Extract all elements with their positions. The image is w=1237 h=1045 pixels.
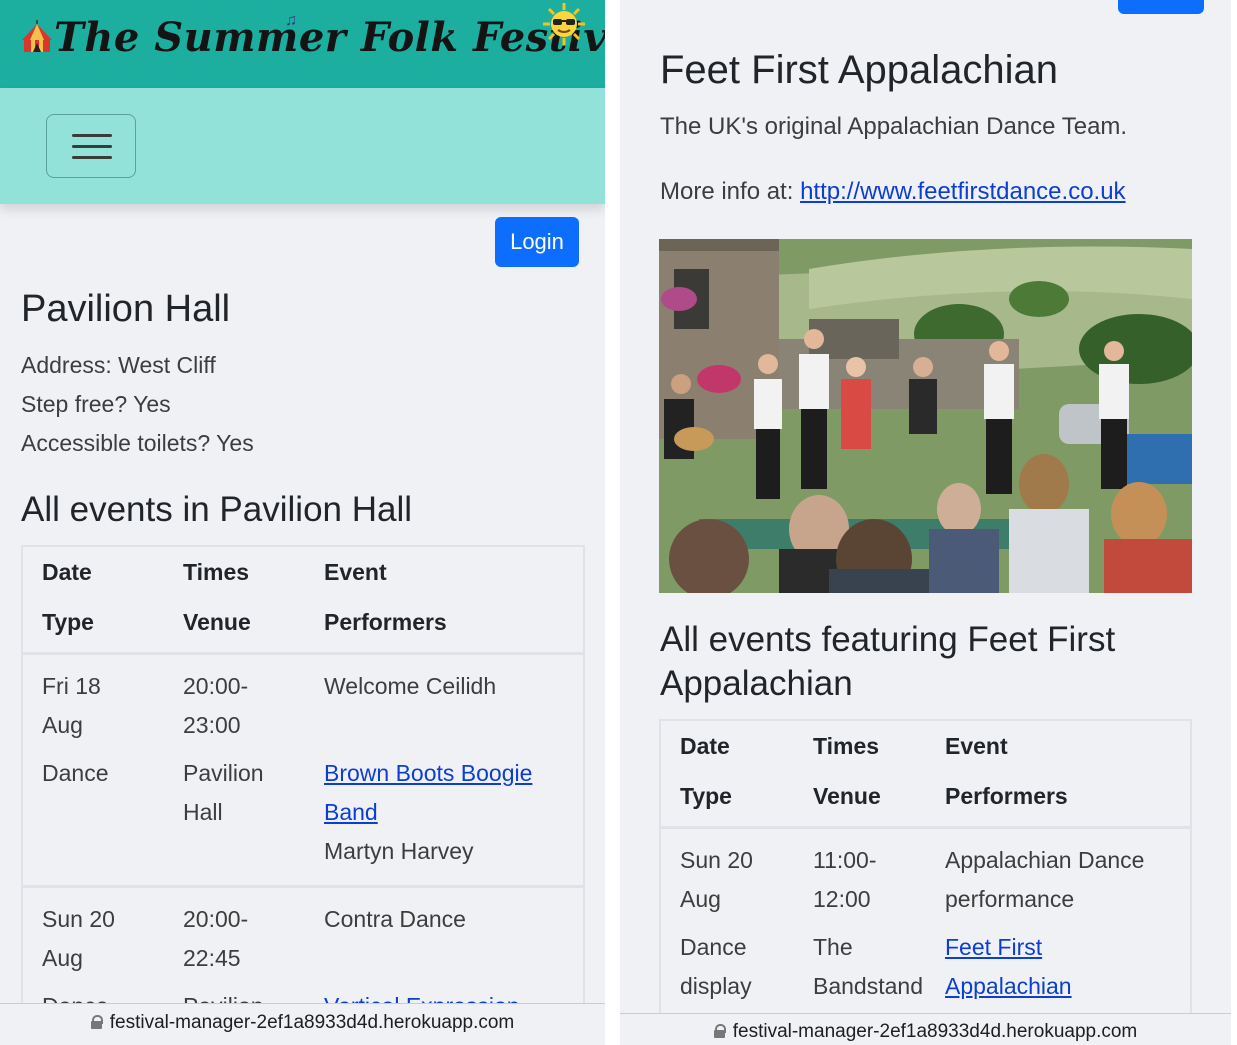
event-times: 11:00- 12:00 [813,846,877,912]
music-note-icon: ♫ [285,12,297,29]
header-event: Event [324,559,387,585]
event-performers: Feet First Appalachian [945,919,1190,1006]
venue-title: Pavilion Hall [21,288,231,330]
venue-accessible-toilets: Accessible toilets? Yes [21,430,254,456]
login-button-partial[interactable] [1118,0,1204,14]
performer-website-link[interactable]: http://www.feetfirstdance.co.uk [800,178,1126,205]
performer-photo [659,239,1192,593]
navbar [0,88,605,204]
header-times: Times [183,559,250,585]
left-phone-screen: The Summer Folk Festival ♫ Login Pavilio… [0,0,605,1045]
header-performers: Performers [324,609,447,635]
header-type: Type [680,783,732,809]
event-times: 20:00- 22:45 [183,905,249,971]
banner-title: The Summer Folk Festival [54,14,605,61]
event-date: Fri 18 Aug [42,672,101,738]
events-section-title: All events in Pavilion Hall [21,490,413,529]
header-date: Date [42,559,92,585]
festival-banner: The Summer Folk Festival ♫ [0,0,605,88]
sunglasses-sun-icon [543,3,585,45]
event-type: Dance [42,759,109,786]
event-name: Contra Dance [324,905,466,932]
header-event: Event [945,733,1008,759]
table-row: Dance display The Bandstand Feet First Appa… [661,919,1190,1006]
event-date: Sun 20 Aug [680,846,753,912]
event-name: Appalachian Dance performance [945,846,1145,912]
table-header-row: Type Venue Performers [661,773,1190,827]
hamburger-menu-icon[interactable] [46,114,136,178]
venue-address: Address: West Cliff [21,352,216,378]
table-row: Sun 20 Aug 20:00- 22:45 Contra Dance [23,886,583,978]
lock-icon [713,1024,726,1038]
event-name: Welcome Ceilidh [324,672,497,699]
performer-link[interactable]: Feet First Appalachian [945,934,1072,999]
header-performers: Performers [945,783,1068,809]
table-row: Dance Pavilion Hall Brown Boots Boogie Ban… [23,745,583,887]
header-venue: Venue [813,783,881,809]
performer-more-info: More info at: http://www.feetfirstdance.… [660,178,1126,205]
url-text: festival-manager-2ef1a8933d4d.herokuapp.… [109,1012,515,1033]
header-type: Type [42,609,94,635]
event-type: Dance display [680,933,752,999]
header-date: Date [680,733,730,759]
table-row: Fri 18 Aug 20:00- 23:00 Welcome Ceilidh [23,653,583,745]
performer-link[interactable]: Brown Boots Boogie Band [324,760,532,825]
header-venue: Venue [183,609,251,635]
table-header-row: Type Venue Performers [23,599,583,653]
event-times: 20:00- 23:00 [183,672,249,738]
performer-name: Martyn Harvey [324,837,474,864]
events-table: Date Times Event Type Venue Performers F… [21,545,585,1015]
address-bar[interactable]: festival-manager-2ef1a8933d4d.herokuapp.… [620,1013,1231,1045]
header-times: Times [813,733,880,759]
right-phone-screen: Feet First Appalachian The UK's original… [620,0,1231,1045]
event-performers: Brown Boots Boogie Band Martyn Harvey [324,745,583,887]
table-header-row: Date Times Event [661,721,1190,773]
table-row: Sun 20 Aug 11:00- 12:00 Appalachian Dance p… [661,827,1190,919]
performer-description: The UK's original Appalachian Dance Team… [660,113,1128,140]
event-venue: Pavilion Hall [183,759,264,825]
performer-title: Feet First Appalachian [660,48,1058,92]
venue-step-free: Step free? Yes [21,391,171,417]
address-bar[interactable]: festival-manager-2ef1a8933d4d.herokuapp.… [0,1003,605,1045]
event-venue: The Bandstand [813,933,923,999]
event-date: Sun 20 Aug [42,905,115,971]
events-section-title: All events featuring Feet First Appalachi… [660,620,1116,703]
login-button[interactable]: Login [495,217,579,267]
table-header-row: Date Times Event [23,547,583,599]
lock-icon [90,1015,103,1029]
url-text: festival-manager-2ef1a8933d4d.herokuapp.… [732,1021,1138,1042]
events-table: Date Times Event Type Venue Performers S… [659,719,1192,1015]
circus-tent-icon [22,20,52,52]
